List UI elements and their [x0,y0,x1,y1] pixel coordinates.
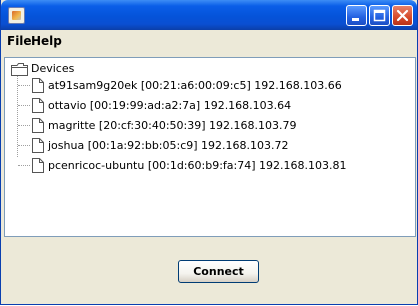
tree-root-label: Devices [31,62,75,75]
folder-icon [11,63,28,76]
minimize-icon [352,18,359,21]
menu-help[interactable]: Help [31,34,62,48]
button-panel: Connect [1,238,417,304]
device-tree[interactable]: Devices at91sam9g20ek [00:21:a6:00:09:c5… [4,57,416,237]
close-button[interactable] [392,5,413,26]
tree-branch [18,85,30,87]
main-window: File Help Devices at91sam9g20ek [00:21:a… [0,0,418,305]
device-label: pcenricoc-ubuntu [00:1d:60:b9:fa:74] 192… [48,159,347,172]
title-bar[interactable] [1,0,417,30]
file-icon [32,158,44,173]
device-label: at91sam9g20ek [00:21:a6:00:09:c5] 192.16… [48,79,342,92]
connect-button[interactable]: Connect [178,260,259,283]
maximize-button[interactable] [369,5,390,26]
file-icon [32,138,44,153]
file-icon [32,78,44,93]
maximize-icon [373,9,386,22]
java-app-icon[interactable] [8,7,25,24]
minimize-button[interactable] [346,5,367,26]
device-label: joshua [00:1a:92:bb:05:c9] 192.168.103.7… [48,139,289,152]
tree-branch [18,145,30,147]
file-icon [32,98,44,113]
device-label: ottavio [00:19:99:ad:a2:7a] 192.168.103.… [48,99,292,112]
tree-branch [18,125,30,127]
menu-file[interactable]: File [7,34,32,48]
close-icon [396,9,409,22]
tree-branch [18,105,30,107]
menu-bar: File Help [1,30,417,53]
device-label: magritte [20:cf:30:40:50:39] 192.168.103… [48,119,297,132]
file-icon [32,118,44,133]
tree-branch [18,165,30,167]
